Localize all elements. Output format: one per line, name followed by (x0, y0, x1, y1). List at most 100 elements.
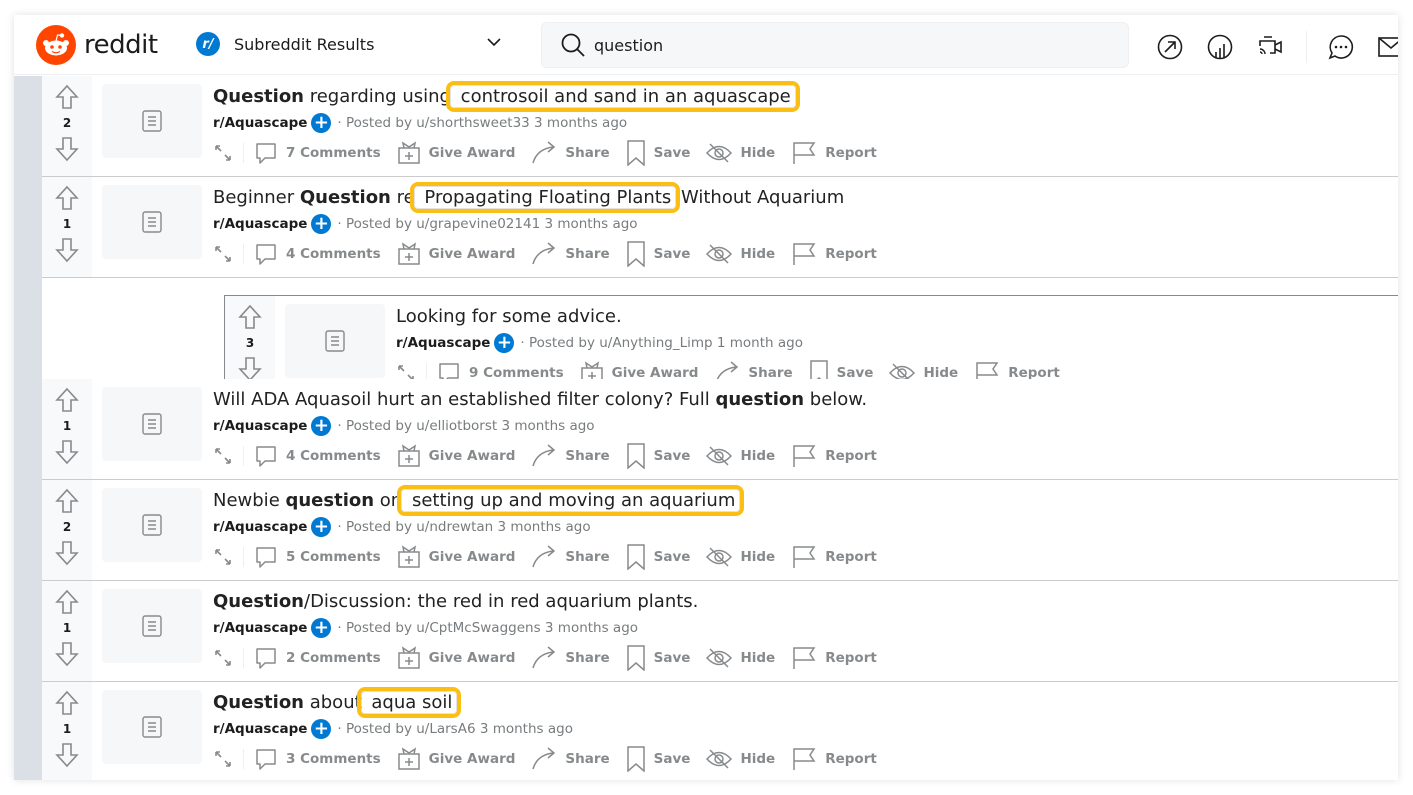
results-type-dropdown[interactable]: r/ Subreddit Results (196, 32, 374, 56)
downvote-icon[interactable] (55, 742, 79, 768)
subreddit-link[interactable]: r/Aquascape (213, 620, 307, 636)
report-button[interactable]: Report (791, 141, 877, 165)
upvote-icon[interactable] (55, 690, 79, 716)
upvote-icon[interactable] (55, 488, 79, 514)
upvote-icon[interactable] (238, 304, 262, 330)
join-subreddit-icon[interactable]: + (311, 618, 332, 638)
report-button[interactable]: Report (791, 747, 877, 771)
join-subreddit-icon[interactable]: + (494, 333, 515, 353)
join-subreddit-icon[interactable]: + (311, 719, 332, 739)
post-thumbnail[interactable] (102, 488, 202, 562)
save-button[interactable]: Save (626, 544, 690, 570)
join-subreddit-icon[interactable]: + (311, 517, 332, 537)
report-button[interactable]: Report (791, 444, 877, 468)
downvote-icon[interactable] (55, 136, 79, 162)
comments-button[interactable]: 4 Comments (254, 242, 381, 266)
give-award-button[interactable]: Give Award (397, 646, 515, 670)
post-thumbnail[interactable] (285, 304, 385, 378)
post-thumbnail[interactable] (102, 690, 202, 764)
post-thumbnail[interactable] (102, 84, 202, 158)
give-award-button[interactable]: Give Award (397, 747, 515, 771)
upvote-icon[interactable] (55, 589, 79, 615)
share-button[interactable]: Share (531, 141, 610, 165)
report-button[interactable]: Report (791, 242, 877, 266)
upvote-icon[interactable] (55, 185, 79, 211)
share-button[interactable]: Share (531, 747, 610, 771)
hide-button[interactable]: Hide (706, 748, 775, 770)
upvote-icon[interactable] (55, 387, 79, 413)
post-title[interactable]: Question/Discussion: the red in red aqua… (213, 591, 698, 612)
subreddit-link[interactable]: r/Aquascape (213, 418, 307, 434)
post-row[interactable]: 1 Beginner Question re Propagating Float… (42, 177, 1398, 278)
join-subreddit-icon[interactable]: + (311, 113, 332, 133)
subreddit-link[interactable]: r/Aquascape (396, 335, 490, 351)
comments-button[interactable]: 7 Comments (254, 141, 381, 165)
flag-icon (793, 243, 816, 265)
reddit-logo[interactable]: reddit (36, 25, 158, 65)
post-thumbnail[interactable] (102, 589, 202, 663)
join-subreddit-icon[interactable]: + (311, 416, 332, 436)
downvote-icon[interactable] (55, 641, 79, 667)
save-button[interactable]: Save (626, 746, 690, 772)
join-subreddit-icon[interactable]: + (311, 214, 332, 234)
post-row[interactable]: 1 Question/Discussion: the red in red aq… (42, 581, 1398, 682)
expand-icon[interactable] (213, 749, 244, 769)
subreddit-link[interactable]: r/Aquascape (213, 216, 307, 232)
comment-icon (256, 446, 276, 467)
give-award-button[interactable]: Give Award (397, 444, 515, 468)
live-icon[interactable] (1256, 33, 1284, 61)
expand-icon[interactable] (213, 244, 244, 264)
post-title[interactable]: Looking for some advice. (396, 306, 622, 327)
save-button[interactable]: Save (626, 443, 690, 469)
post-title[interactable]: Question regarding using controsoil and … (213, 81, 800, 112)
post-row[interactable]: 1 Question about aqua soil r/Aquascape +… (42, 682, 1398, 780)
share-button[interactable]: Share (531, 646, 610, 670)
comments-button[interactable]: 5 Comments (254, 545, 381, 569)
chevron-down-icon[interactable] (486, 35, 502, 51)
post-title[interactable]: Beginner Question re Propagating Floatin… (213, 182, 844, 213)
post-row[interactable]: 2 Question regarding using controsoil an… (42, 76, 1398, 177)
post-title[interactable]: Will ADA Aquasoil hurt an established fi… (213, 389, 867, 410)
comments-button[interactable]: 4 Comments (254, 444, 381, 468)
share-button[interactable]: Share (531, 545, 610, 569)
comments-button[interactable]: 2 Comments (254, 646, 381, 670)
post-title[interactable]: Question about aqua soil (213, 687, 462, 718)
post-row[interactable]: 1 Will ADA Aquasoil hurt an established … (42, 379, 1398, 480)
mail-icon[interactable] (1377, 33, 1398, 61)
save-button[interactable]: Save (626, 645, 690, 671)
save-button[interactable]: Save (626, 140, 690, 166)
popular-icon[interactable] (1156, 33, 1184, 61)
report-button[interactable]: Report (791, 545, 877, 569)
comments-button[interactable]: 3 Comments (254, 747, 381, 771)
post-row[interactable]: 2 Newbie question on setting up and movi… (42, 480, 1398, 581)
share-button[interactable]: Share (531, 242, 610, 266)
hide-button[interactable]: Hide (706, 647, 775, 669)
subreddit-link[interactable]: r/Aquascape (213, 519, 307, 535)
report-button[interactable]: Report (791, 646, 877, 670)
give-award-button[interactable]: Give Award (397, 141, 515, 165)
hide-button[interactable]: Hide (706, 243, 775, 265)
post-title[interactable]: Newbie question on setting up and moving… (213, 485, 745, 516)
downvote-icon[interactable] (55, 439, 79, 465)
expand-icon[interactable] (213, 648, 244, 668)
all-icon[interactable] (1206, 33, 1234, 61)
upvote-icon[interactable] (55, 84, 79, 110)
downvote-icon[interactable] (55, 237, 79, 263)
expand-icon[interactable] (213, 446, 244, 466)
share-button[interactable]: Share (531, 444, 610, 468)
hide-button[interactable]: Hide (706, 445, 775, 467)
downvote-icon[interactable] (55, 540, 79, 566)
expand-icon[interactable] (213, 547, 244, 567)
hide-button[interactable]: Hide (706, 546, 775, 568)
give-award-button[interactable]: Give Award (397, 545, 515, 569)
post-thumbnail[interactable] (102, 387, 202, 461)
expand-icon[interactable] (213, 143, 244, 163)
subreddit-link[interactable]: r/Aquascape (213, 721, 307, 737)
chat-icon[interactable] (1327, 33, 1355, 61)
give-award-button[interactable]: Give Award (397, 242, 515, 266)
search-input[interactable] (594, 35, 1094, 55)
post-thumbnail[interactable] (102, 185, 202, 259)
subreddit-link[interactable]: r/Aquascape (213, 115, 307, 131)
hide-button[interactable]: Hide (706, 142, 775, 164)
save-button[interactable]: Save (626, 241, 690, 267)
